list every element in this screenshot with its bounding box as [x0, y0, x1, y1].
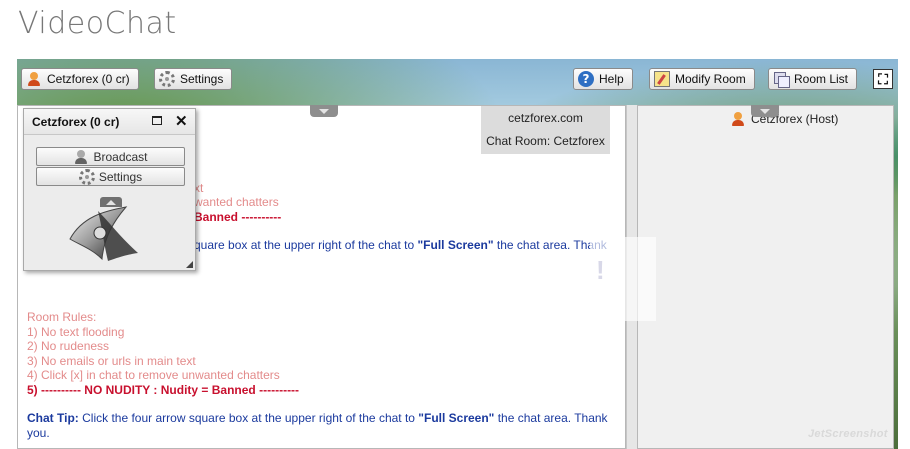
rule-line: 3) No emails or urls in main text: [27, 353, 196, 368]
rules-header: Room Rules:: [27, 310, 97, 324]
toolbar: Cetzforex (0 cr) Settings ? Help Modify …: [17, 59, 898, 104]
behind-nudity-text: Banned ----------: [194, 210, 282, 224]
broadcast-popup[interactable]: Cetzforex (0 cr) ✕ Broadcast Settings: [23, 108, 196, 271]
behind-tip-bold: "Full Screen": [417, 238, 494, 252]
user-credits-button[interactable]: Cetzforex (0 cr): [21, 68, 139, 90]
gear-icon: [159, 71, 175, 87]
broadcast-label: Broadcast: [93, 149, 148, 164]
user-icon: [26, 71, 42, 87]
gear-icon: [78, 168, 95, 185]
popup-settings-label: Settings: [98, 169, 143, 184]
chat-tip-bold: "Full Screen": [418, 411, 495, 425]
room-list-label: Room List: [794, 72, 849, 86]
room-name: Chat Room: Cetzforex: [486, 134, 605, 148]
popup-settings-button[interactable]: Settings: [36, 167, 185, 186]
chat-tip-text: Click the four arrow square box at the u…: [78, 411, 419, 425]
modify-room-button[interactable]: Modify Room: [649, 68, 755, 90]
room-info-box: cetzforex.com Chat Room: Cetzforex: [481, 106, 610, 154]
user-credits-label: Cetzforex (0 cr): [47, 72, 130, 86]
chat-tip-label: Chat Tip:: [27, 411, 79, 425]
broadcast-button[interactable]: Broadcast: [36, 147, 185, 166]
popup-header[interactable]: Cetzforex (0 cr) ✕: [24, 109, 195, 135]
user-list-item[interactable]: Cetzforex (Host): [730, 111, 838, 127]
watermark: JetScreenshot: [808, 428, 888, 440]
chat-tip: Chat Tip: Click the four arrow square bo…: [27, 411, 617, 440]
modify-room-label: Modify Room: [675, 72, 746, 86]
broadcast-user-icon: [73, 149, 89, 165]
close-icon[interactable]: ✕: [175, 112, 188, 130]
behind-tip-part: quare box at the upper right of the chat…: [194, 238, 418, 252]
help-button[interactable]: ? Help: [573, 68, 633, 90]
behind-rule-text: wanted chatters: [194, 195, 279, 209]
settings-button[interactable]: Settings: [154, 68, 233, 90]
page-title: VideoChat: [18, 6, 177, 41]
minimize-icon[interactable]: [152, 116, 162, 125]
user-list-pane: Cetzforex (Host): [637, 105, 894, 449]
help-label: Help: [599, 72, 624, 86]
help-icon: ?: [578, 71, 594, 87]
webcam-placeholder-icon: [69, 206, 138, 261]
collapse-toolbar-tab[interactable]: [310, 105, 338, 117]
rule-line: 4) Click [x] in chat to remove unwanted …: [27, 368, 280, 382]
rule-line: 2) No rudeness: [27, 339, 110, 353]
room-site: cetzforex.com: [508, 111, 583, 125]
resize-grip[interactable]: [186, 261, 193, 268]
settings-label: Settings: [180, 72, 224, 86]
message-list: Room Rules: 1) No text flooding 2) No ru…: [27, 310, 617, 440]
host-user-icon: [730, 111, 746, 127]
translucent-overlay: !: [590, 237, 656, 321]
edit-icon: [654, 71, 670, 87]
fullscreen-icon[interactable]: ⛶: [873, 69, 893, 89]
behind-tip-text: quare box at the upper right of the chat…: [194, 238, 607, 253]
overlay-glyph: !: [596, 255, 605, 285]
nudity-rule: 5) ---------- NO NUDITY : Nudity = Banne…: [27, 382, 300, 397]
rule-line: 1) No text flooding: [27, 324, 125, 339]
popup-title: Cetzforex (0 cr): [32, 114, 120, 129]
room-list-icon: [773, 71, 790, 88]
collapse-users-tab[interactable]: [751, 105, 779, 117]
room-list-button[interactable]: Room List: [768, 68, 858, 90]
